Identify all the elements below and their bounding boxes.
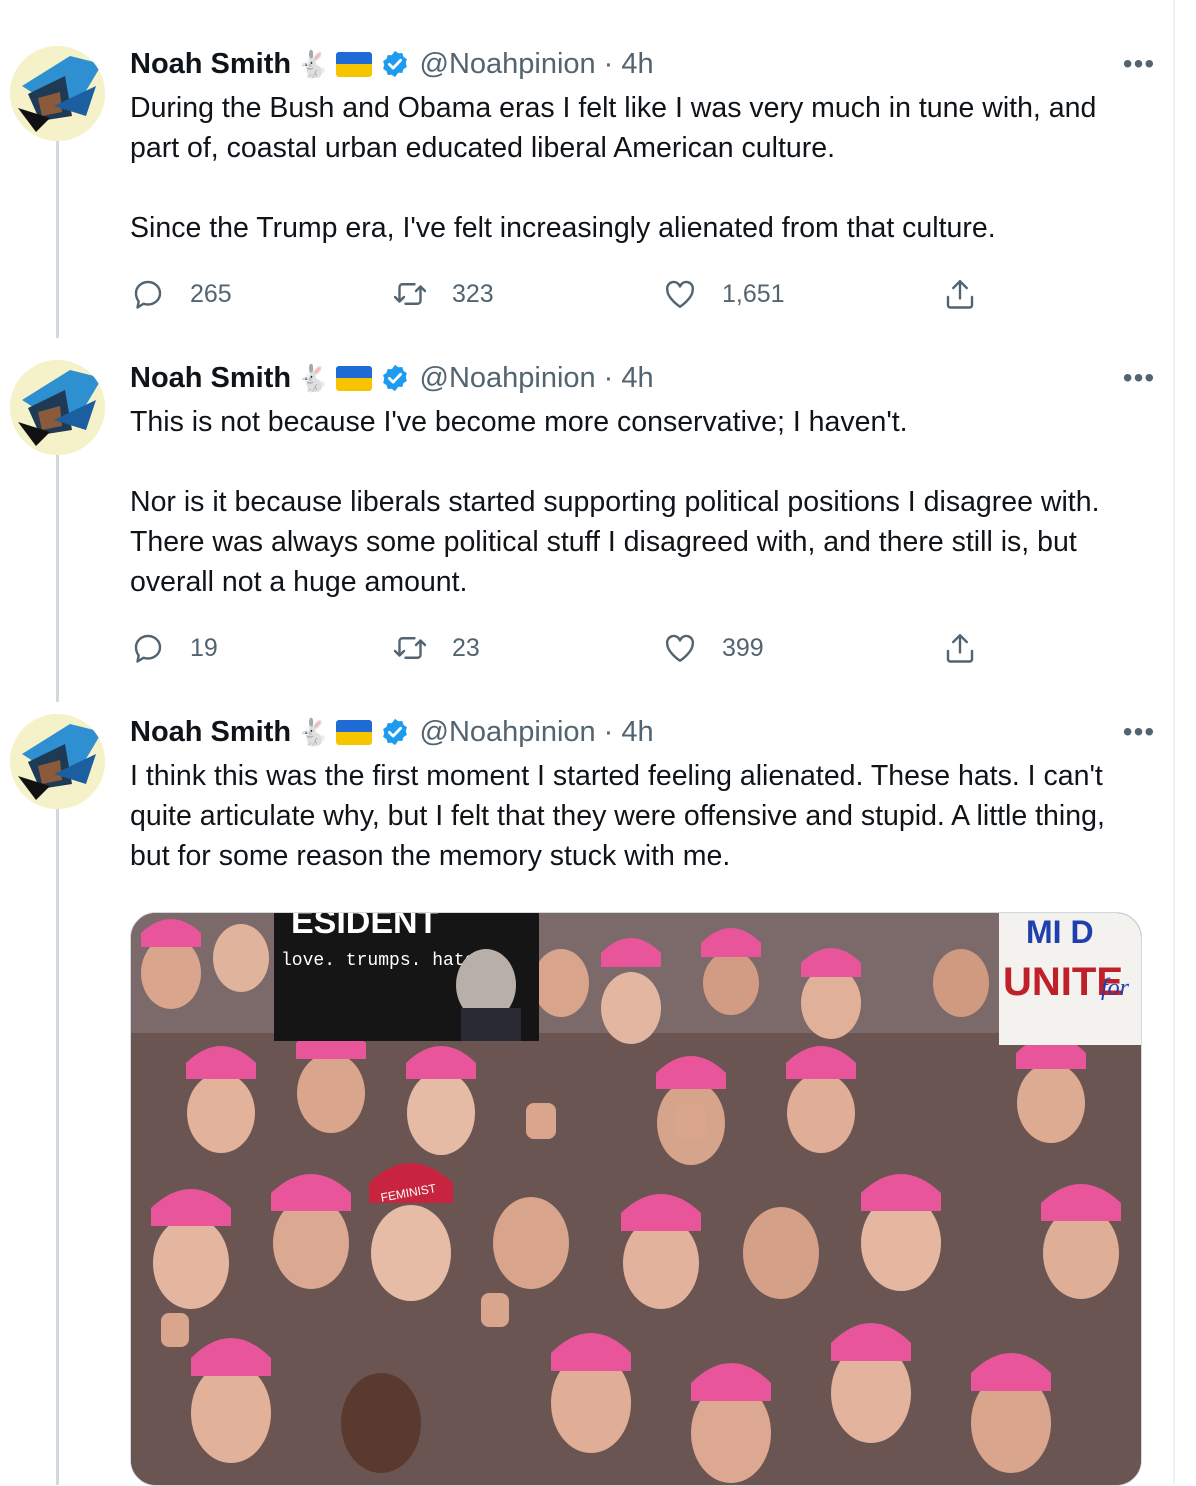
tweet[interactable]: Noah Smith 🐇 @Noahpinion · 4h ••• This i… [0,360,1173,690]
rabbit-icon: 🐇 [297,362,330,393]
retweet-count: 323 [452,279,494,308]
author-name[interactable]: Noah Smith [130,716,291,749]
author-handle[interactable]: @Noahpinion [420,716,596,749]
tweet-paragraph: I think this was the first moment I star… [130,760,1105,872]
retweet-icon [393,283,427,305]
avatar[interactable] [10,714,105,809]
tweet-header: Noah Smith 🐇 @Noahpinion · 4h [130,360,654,396]
rabbit-icon: 🐇 [297,716,330,747]
sign-right: MI D UNITE for [999,913,1141,1045]
author-name[interactable]: Noah Smith [130,48,291,81]
sign-left-title: ESIDENT [291,913,439,941]
share-button[interactable] [942,274,1002,314]
sign-right-top: MI D [1026,914,1094,950]
retweet-button[interactable]: 323 [392,274,494,314]
tweet-paragraph: Nor is it because liberals started suppo… [130,486,1100,598]
like-button[interactable]: 399 [662,628,764,668]
avatar-image [10,714,105,809]
avatar[interactable] [10,46,105,141]
tweet-text: This is not because I've become more con… [130,402,1130,602]
flag-icon [335,51,372,77]
reply-button[interactable]: 265 [130,274,232,314]
avatar-image [10,46,105,141]
reply-icon [134,634,162,663]
like-count: 399 [722,633,764,662]
reply-count: 265 [190,279,232,308]
tweet-header: Noah Smith 🐇 @Noahpinion · 4h [130,714,654,750]
share-icon [946,634,974,663]
more-icon[interactable]: ••• [1117,360,1161,396]
tweet[interactable]: Noah Smith 🐇 @Noahpinion · 4h ••• During… [0,46,1173,346]
rabbit-icon: 🐇 [297,48,330,79]
flag-icon [335,719,372,745]
tweet-paragraph: During the Bush and Obama eras I felt li… [130,92,1097,164]
like-count: 1,651 [722,279,785,308]
author-name[interactable]: Noah Smith [130,362,291,395]
action-bar: 19 23 399 [130,628,990,668]
sign-left: ESIDENT love. trumps. hate. [274,913,539,1041]
action-bar: 265 323 1,651 [130,274,990,314]
author-handle[interactable]: @Noahpinion [420,362,596,395]
verified-icon [382,50,407,78]
more-icon[interactable]: ••• [1117,714,1161,750]
timestamp[interactable]: · 4h [604,48,654,81]
tweet-text: During the Bush and Obama eras I felt li… [130,88,1130,248]
retweet-button[interactable]: 23 [392,628,480,668]
retweet-count: 23 [452,633,480,662]
reply-button[interactable]: 19 [130,628,218,668]
reply-icon [134,280,162,309]
tweet-paragraph: Since the Trump era, I've felt increasin… [130,212,996,244]
like-icon [665,634,695,662]
share-button[interactable] [942,628,1002,668]
tweet-photo[interactable]: FEMINIST ESIDENT love. trumps. hate. MI … [130,912,1142,1486]
like-icon [665,280,695,308]
like-button[interactable]: 1,651 [662,274,785,314]
timestamp[interactable]: · 4h [604,716,654,749]
tweet-text: I think this was the first moment I star… [130,756,1130,876]
retweet-icon [393,637,427,659]
more-icon[interactable]: ••• [1117,46,1161,82]
tweet-header: Noah Smith 🐇 @Noahpinion · 4h [130,46,654,82]
sign-right-for: for [1101,975,1130,1001]
sign-left-slogan: love. trumps. hate. [281,951,486,971]
avatar-image [10,360,105,455]
share-icon [946,280,974,309]
reply-count: 19 [190,633,218,662]
flag-icon [335,365,372,391]
column-divider [1173,0,1175,1485]
verified-icon [382,718,407,746]
tweet-paragraph: This is not because I've become more con… [130,406,908,438]
avatar[interactable] [10,360,105,455]
crowd-photo: FEMINIST ESIDENT love. trumps. hate. MI … [131,913,1141,1485]
tweet[interactable]: Noah Smith 🐇 @Noahpinion · 4h ••• I thin… [0,714,1173,1486]
timestamp[interactable]: · 4h [604,362,654,395]
author-handle[interactable]: @Noahpinion [420,48,596,81]
verified-icon [382,364,407,392]
